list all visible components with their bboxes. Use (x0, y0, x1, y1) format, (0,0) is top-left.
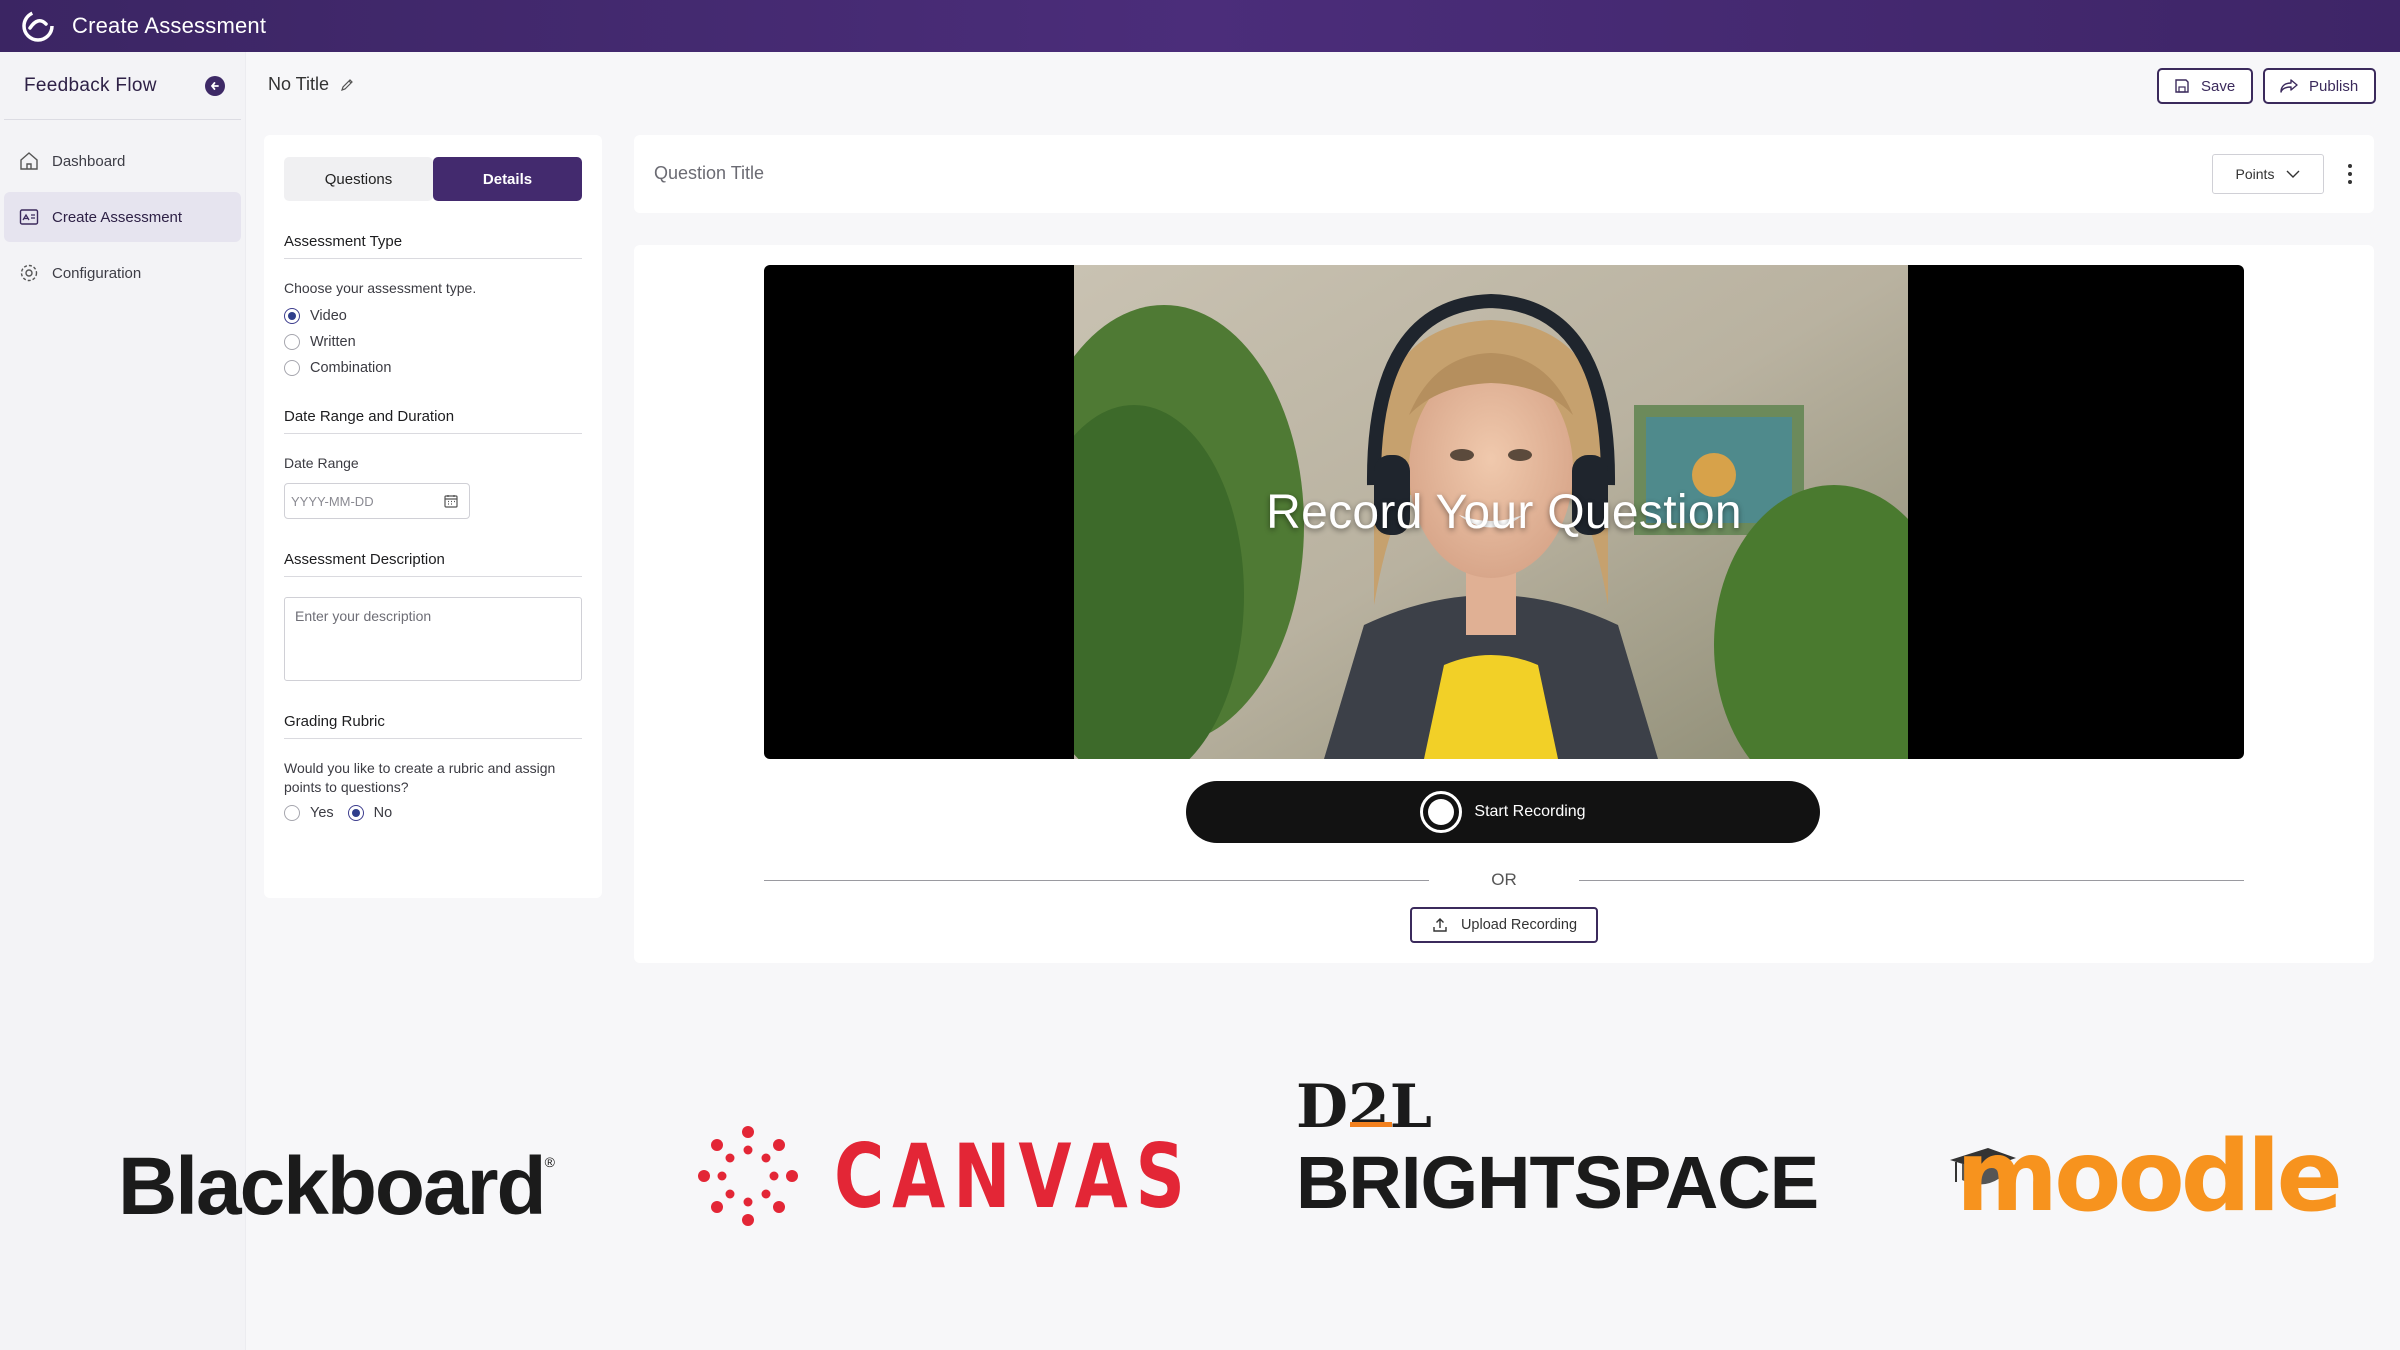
sidebar-header: Feedback Flow (4, 52, 241, 120)
calendar-icon[interactable] (443, 493, 459, 509)
details-panel: Questions Details Assessment Type Choose… (264, 135, 602, 898)
brightspace-wordmark: BRIGHTSPACE (1296, 1141, 1819, 1224)
question-title-card: Question Title Points (634, 135, 2374, 213)
or-text: OR (1491, 870, 1517, 889)
pencil-icon[interactable] (339, 77, 355, 93)
radio-combination[interactable]: Combination (284, 360, 582, 376)
or-divider: OR (764, 865, 2244, 895)
tab-details[interactable]: Details (433, 157, 582, 201)
home-icon (20, 152, 38, 170)
canvas-wordmark: CANVAS (834, 1124, 1193, 1228)
sidebar-item-label: Configuration (52, 264, 142, 282)
grading-rubric-heading: Grading Rubric (284, 713, 582, 739)
publish-button[interactable]: Publish (2263, 68, 2376, 104)
d2l-wordmark: D2L (1296, 1072, 1432, 1142)
app-title: Create Assessment (72, 13, 267, 38)
points-dropdown[interactable]: Points (2212, 154, 2324, 194)
description-textarea[interactable]: Enter your description (284, 597, 582, 681)
radio-label: Combination (310, 360, 392, 376)
save-button[interactable]: Save (2157, 68, 2253, 104)
blackboard-wordmark: Blackboard (118, 1141, 547, 1232)
blackboard-logo: Blackboard® (118, 1141, 555, 1232)
assessment-title[interactable]: No Title (268, 74, 355, 95)
radio-button[interactable] (347, 805, 364, 821)
gear-icon (20, 264, 38, 282)
date-placeholder: YYYY-MM-DD (291, 493, 374, 509)
radio-button[interactable] (284, 334, 300, 350)
date-range-heading: Date Range and Duration (284, 408, 582, 434)
radio-label: No (373, 805, 393, 821)
date-range-label: Date Range (284, 455, 359, 471)
sidebar-item-configuration[interactable]: Configuration (4, 248, 241, 298)
video-overlay: Record Your Question (764, 265, 2244, 759)
divider-line (1579, 879, 2244, 881)
tab-questions[interactable]: Questions (284, 157, 433, 201)
radio-button[interactable] (284, 360, 300, 376)
save-label: Save (2201, 77, 2236, 95)
assessment-icon (19, 209, 39, 225)
upload-icon (1433, 918, 1447, 932)
sidebar-nav: Dashboard Create Assessment Configuratio… (0, 136, 245, 298)
radio-button[interactable] (284, 805, 300, 821)
save-icon (2175, 79, 2189, 93)
description-heading: Assessment Description (284, 551, 582, 577)
radio-label: Written (310, 334, 356, 350)
moodle-wordmark: moodle (1956, 1120, 2343, 1234)
app-logo-icon (22, 10, 54, 42)
assessment-type-help: Choose your assessment type. (284, 280, 477, 296)
canvas-logo: CANVAS (694, 1122, 1294, 1230)
publish-label: Publish (2309, 77, 2359, 95)
more-options-icon[interactable] (2340, 159, 2360, 189)
divider-line (764, 879, 1429, 881)
panel-tabs: Questions Details (284, 157, 582, 201)
points-label: Points (2235, 166, 2275, 182)
record-icon (1420, 791, 1463, 833)
sidebar-item-create-assessment[interactable]: Create Assessment (4, 192, 241, 242)
record-prompt-text: Record Your Question (1266, 485, 1742, 539)
radio-video[interactable]: Video (284, 308, 582, 324)
rubric-options: Yes No (284, 805, 582, 821)
sidebar-brand: Feedback Flow (24, 74, 157, 96)
sidebar-item-label: Create Assessment (52, 208, 183, 226)
upload-recording-button[interactable]: Upload Recording (1410, 907, 1598, 943)
radio-label: Video (310, 308, 347, 324)
radio-label: Yes (310, 805, 334, 821)
share-icon (2280, 79, 2298, 93)
question-title-input[interactable]: Question Title (654, 163, 764, 184)
radio-no[interactable]: No (347, 805, 393, 821)
arrow-left-icon (210, 81, 219, 90)
grading-rubric-question: Would you like to create a rubric and as… (284, 760, 556, 795)
sidebar-item-label: Dashboard (52, 152, 126, 170)
upload-recording-label: Upload Recording (1460, 917, 1578, 933)
sidebar-item-dashboard[interactable]: Dashboard (4, 136, 241, 186)
video-preview: Record Your Question (764, 265, 2244, 759)
collapse-sidebar-button[interactable] (205, 75, 225, 96)
chevron-down-icon (2286, 170, 2300, 178)
canvas-emblem-icon (698, 1126, 798, 1226)
app-top-bar: Create Assessment (0, 0, 2400, 52)
assessment-type-heading: Assessment Type (284, 233, 582, 259)
assessment-title-text: No Title (268, 74, 330, 94)
start-recording-label: Start Recording (1474, 803, 1586, 820)
radio-yes[interactable]: Yes (284, 805, 334, 821)
date-range-input[interactable]: YYYY-MM-DD (284, 483, 470, 519)
radio-written[interactable]: Written (284, 334, 582, 350)
video-recorder-card: Record Your Question Start Recording OR … (634, 245, 2374, 963)
d2l-accent (1350, 1122, 1392, 1127)
radio-button[interactable] (284, 308, 300, 324)
start-recording-button[interactable]: Start Recording (1186, 781, 1820, 843)
